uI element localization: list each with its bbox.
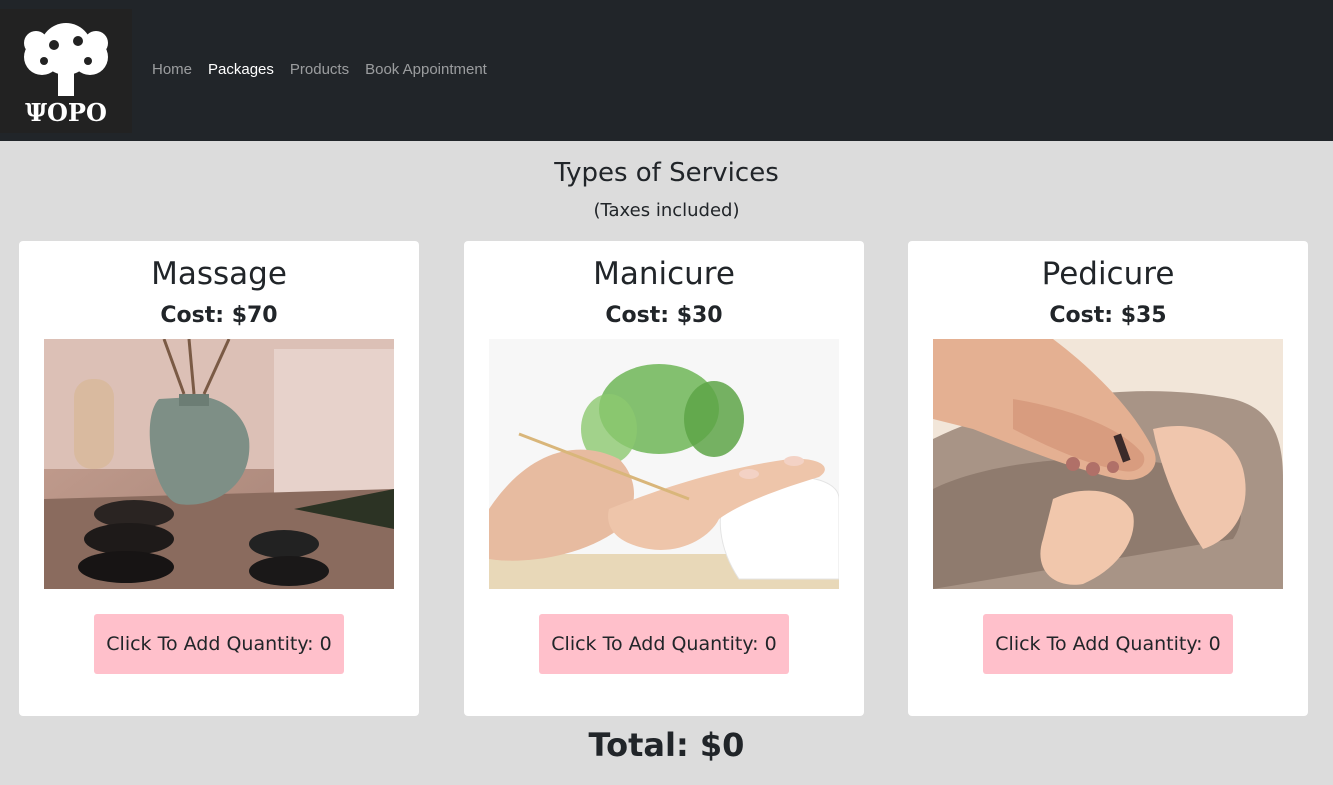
service-name: Pedicure [1041, 256, 1175, 292]
service-cost: Cost: $35 [1049, 303, 1167, 328]
nav-book-appointment[interactable]: Book Appointment [365, 61, 487, 78]
service-cost: Cost: $30 [605, 303, 723, 328]
navbar: ΨΟΡΟ Home Packages Products Book Appoint… [0, 0, 1333, 141]
page-title: Types of Services [554, 158, 779, 188]
page-subtitle: (Taxes included) [593, 200, 740, 221]
service-name: Manicure [593, 256, 735, 292]
massage-image [44, 339, 394, 589]
nav-home[interactable]: Home [152, 61, 192, 78]
nav-packages[interactable]: Packages [208, 61, 274, 78]
manicure-image [489, 339, 839, 589]
nav-links: Home Packages Products Book Appointment [152, 61, 487, 78]
pedicure-image [933, 339, 1283, 589]
service-card-pedicure: Pedicure Cost: $35 Click To Add Quantity… [908, 241, 1308, 716]
total-amount: Total: $0 [588, 726, 745, 764]
logo[interactable]: ΨΟΡΟ [0, 9, 132, 133]
service-card-massage: Massage Cost: $70 Click To Add Quantity:… [19, 241, 419, 716]
service-cost: Cost: $70 [160, 303, 278, 328]
service-card-manicure: Manicure Cost: $30 Click To Add Quantity… [464, 241, 864, 716]
nav-products[interactable]: Products [290, 61, 349, 78]
service-name: Massage [151, 256, 287, 292]
add-quantity-button[interactable]: Click To Add Quantity: 0 [94, 614, 344, 674]
add-quantity-button[interactable]: Click To Add Quantity: 0 [539, 614, 789, 674]
svg-text:ΨΟΡΟ: ΨΟΡΟ [25, 98, 107, 127]
add-quantity-button[interactable]: Click To Add Quantity: 0 [983, 614, 1233, 674]
